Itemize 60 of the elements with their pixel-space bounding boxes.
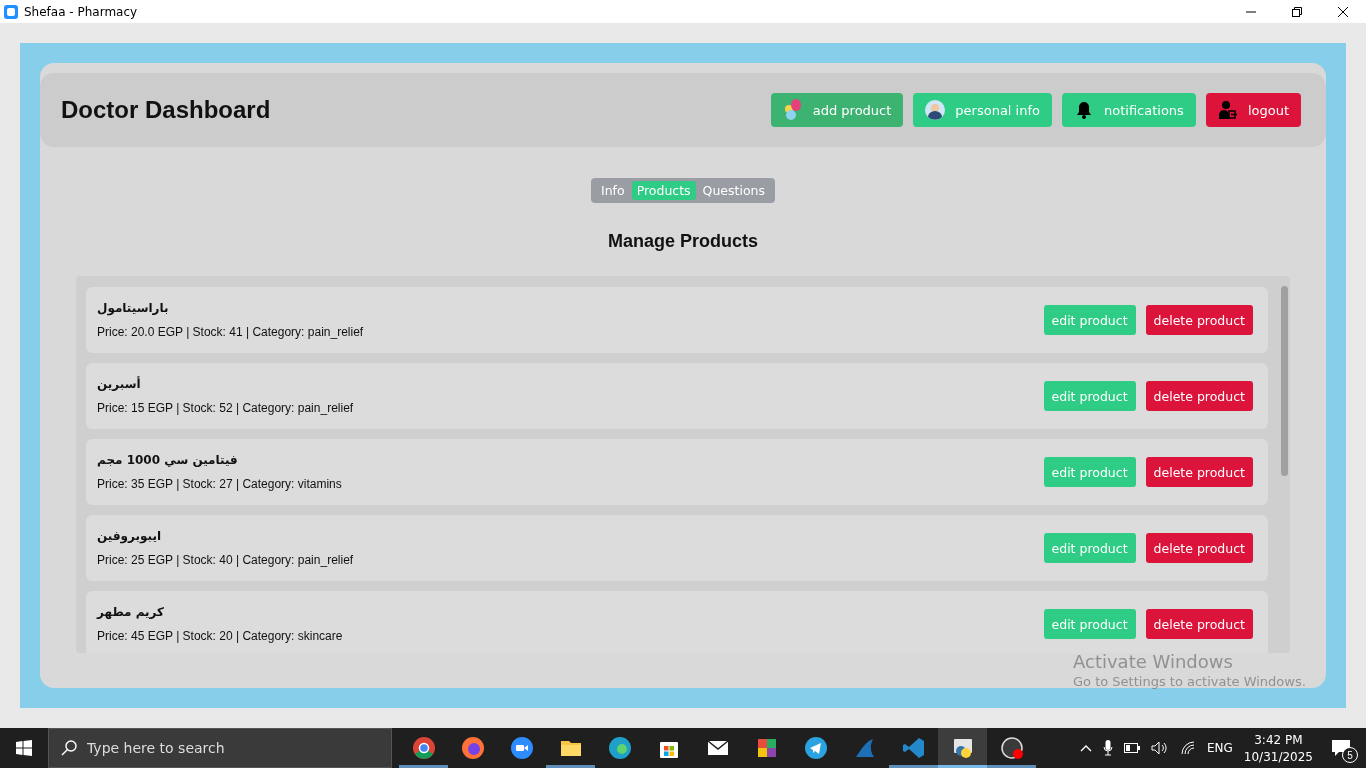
close-icon [1338, 6, 1348, 17]
edit-button[interactable]: edit product [1043, 533, 1136, 563]
browser-icon [607, 736, 632, 760]
delete-button[interactable]: delete product [1145, 533, 1253, 563]
product-name: ايبوبروفين [97, 529, 162, 543]
tab[interactable]: Questions [697, 181, 771, 200]
app-icon [4, 4, 18, 19]
search-field[interactable]: Type here to search [48, 728, 392, 768]
taskbar-app[interactable] [938, 728, 987, 768]
product-details: Price: 20.0 EGP | Stock: 41 | Category: pain_relief [97, 325, 364, 339]
window-title: Shefaa - Pharmacy [24, 4, 138, 19]
restore-icon [1292, 6, 1302, 17]
avatar-icon [925, 100, 946, 120]
video-app-icon [509, 736, 534, 760]
product-details: Price: 15 EGP | Stock: 52 | Category: pain_relief [97, 401, 354, 415]
battery-icon[interactable] [1123, 743, 1140, 753]
delete-button[interactable]: delete product [1145, 305, 1253, 335]
product-details: Price: 25 EGP | Stock: 40 | Category: pain_relief [97, 553, 354, 567]
scrollbar-thumb[interactable] [1280, 286, 1288, 476]
product-name: باراسيتامول [97, 301, 169, 315]
tab[interactable]: Products [631, 181, 696, 200]
code-editor-icon [901, 736, 926, 760]
pills-icon [782, 99, 803, 121]
activation-message: Go to Settings to activate Windows. [1073, 674, 1306, 689]
notification-center-button[interactable]: 5 [1324, 730, 1358, 766]
language-indicator[interactable]: ENG [1206, 741, 1233, 755]
clock-date[interactable]: 10/31/2025 [1243, 749, 1313, 764]
product-name: فيتامين سي 1000 مجم [97, 453, 238, 467]
speaker-icon[interactable] [1150, 741, 1169, 755]
dashboard-title: Doctor Dashboard [61, 96, 271, 124]
product-details: Price: 35 EGP | Stock: 27 | Category: vitamins [97, 477, 342, 491]
wifi-icon[interactable] [1179, 741, 1196, 755]
microphone-icon[interactable] [1102, 740, 1113, 756]
recorder-icon [999, 736, 1024, 760]
product-details: Price: 45 EGP | Stock: 20 | Category: skincare [97, 629, 343, 643]
fox-icon [460, 736, 485, 760]
user-exit-icon [1217, 100, 1238, 120]
delete-button[interactable]: delete product [1145, 609, 1253, 639]
chevron-up-icon[interactable] [1079, 744, 1092, 752]
edit-button[interactable]: edit product [1043, 609, 1136, 639]
header-button[interactable]: personal info [913, 93, 1052, 127]
header-button[interactable]: notifications [1062, 93, 1196, 127]
paper-plane-icon [803, 736, 828, 760]
logout-button[interactable]: logout [1205, 93, 1301, 127]
product-name: أسبرين [97, 377, 141, 391]
tab[interactable]: Info [595, 181, 630, 200]
activation-title: Activate Windows [1073, 651, 1234, 672]
search-icon [61, 740, 77, 756]
delete-button[interactable]: delete product [1145, 457, 1253, 487]
clock-time[interactable]: 3:42 PM [1254, 732, 1303, 747]
delete-button[interactable]: delete product [1145, 381, 1253, 411]
browser-icon [411, 736, 436, 760]
edit-button[interactable]: edit product [1043, 305, 1136, 335]
section-title: Manage Products [608, 231, 758, 252]
header-button[interactable]: add product [770, 93, 904, 127]
bell-icon [1074, 100, 1094, 120]
product-name: كريم مطهر [97, 605, 165, 619]
edit-button[interactable]: edit product [1043, 457, 1136, 487]
edit-button[interactable]: edit product [1043, 381, 1136, 411]
windows-logo-icon [16, 740, 32, 756]
